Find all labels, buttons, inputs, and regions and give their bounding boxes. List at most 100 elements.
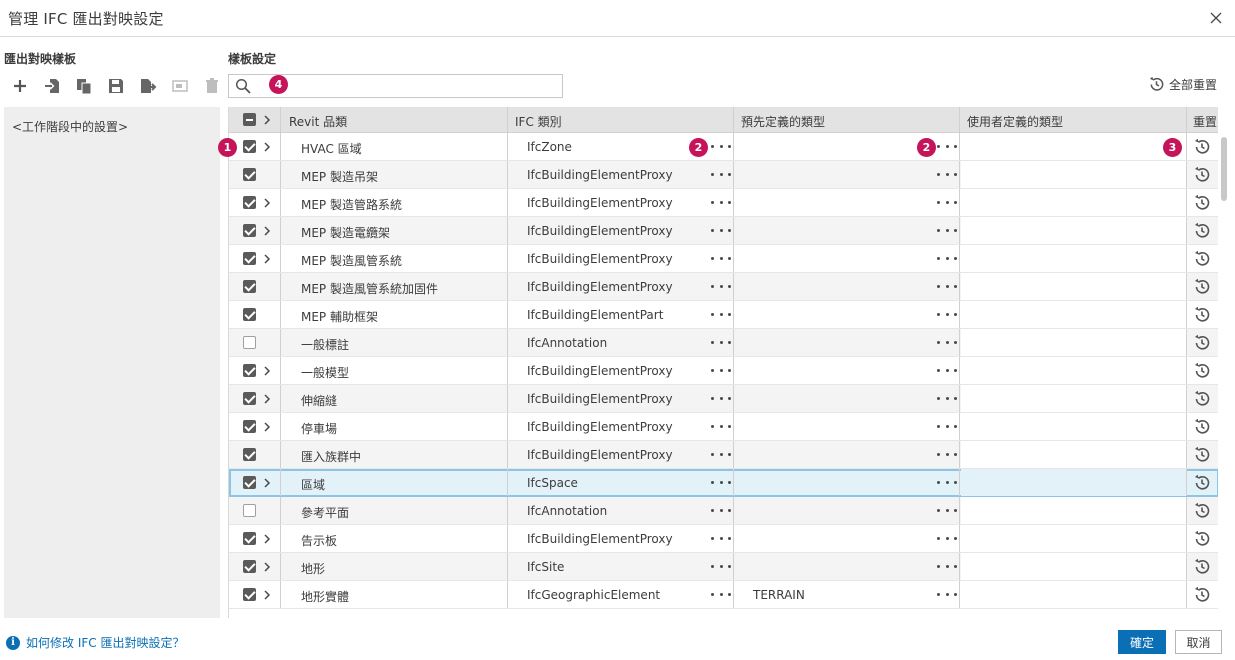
ifc-class-more-button[interactable] [711,195,731,209]
table-row[interactable]: MEP 製造風管系統加固件 IfcBuildingElementProxy [229,273,1218,301]
user-defined-type-input[interactable] [961,357,1186,384]
predefined-type-more-button[interactable] [937,223,957,237]
row-reset-button[interactable] [1193,362,1211,380]
row-checkbox[interactable] [243,196,256,209]
row-reset-button[interactable] [1193,278,1211,296]
scrollbar-thumb[interactable] [1221,137,1227,201]
user-defined-type-input[interactable] [961,581,1186,608]
predefined-type-more-button[interactable] [937,167,957,181]
row-checkbox[interactable] [243,532,256,545]
user-defined-type-input[interactable] [961,273,1186,300]
ifc-class-more-button[interactable] [711,279,731,293]
user-defined-type-input[interactable] [961,441,1186,468]
user-defined-type-input[interactable] [961,217,1186,244]
row-reset-button[interactable] [1193,334,1211,352]
template-item-session[interactable]: <工作階段中的設置> [12,118,128,135]
table-scrollbar[interactable] [1220,133,1228,618]
import-template-button[interactable] [36,74,68,98]
table-row[interactable]: 地形實體 IfcGeographicElement TERRAIN [229,581,1218,609]
row-expand-toggle[interactable] [262,225,272,237]
row-expand-toggle[interactable] [262,421,272,433]
user-defined-type-input[interactable] [961,469,1186,496]
ifc-class-more-button[interactable] [711,475,731,489]
expand-all-toggle[interactable] [262,114,272,126]
table-row[interactable]: 區域 IfcSpace [229,469,1218,497]
predefined-type-more-button[interactable] [937,279,957,293]
row-reset-button[interactable] [1193,446,1211,464]
ifc-class-more-button[interactable] [711,335,731,349]
ifc-class-more-button[interactable] [711,559,731,573]
predefined-type-more-button[interactable] [937,195,957,209]
row-reset-button[interactable] [1193,166,1211,184]
ifc-class-more-button[interactable] [711,251,731,265]
row-reset-button[interactable] [1193,222,1211,240]
col-header-user-defined-type[interactable]: 使用者定義的類型 [967,113,1063,130]
row-checkbox[interactable] [243,364,256,377]
row-checkbox[interactable] [243,252,256,265]
user-defined-type-input[interactable] [961,133,1186,160]
row-expand-toggle[interactable] [262,393,272,405]
predefined-type-more-button[interactable] [937,335,957,349]
predefined-type-more-button[interactable] [937,307,957,321]
user-defined-type-input[interactable] [961,329,1186,356]
row-reset-button[interactable] [1193,138,1211,156]
row-expand-toggle[interactable] [262,141,272,153]
row-checkbox[interactable] [243,308,256,321]
ok-button[interactable]: 確定 [1118,630,1166,654]
row-reset-button[interactable] [1193,250,1211,268]
ifc-class-more-button[interactable] [711,503,731,517]
row-reset-button[interactable] [1193,390,1211,408]
predefined-type-more-button[interactable] [937,503,957,517]
table-row[interactable]: 一般標註 IfcAnnotation [229,329,1218,357]
ifc-class-more-button[interactable] [711,391,731,405]
row-checkbox[interactable] [243,168,256,181]
row-checkbox[interactable] [243,280,256,293]
table-row[interactable]: 伸縮縫 IfcBuildingElementProxy [229,385,1218,413]
user-defined-type-input[interactable] [961,161,1186,188]
predefined-type-more-button[interactable] [937,475,957,489]
delete-template-button[interactable] [196,74,228,98]
predefined-type-more-button[interactable] [937,251,957,265]
save-template-button[interactable] [100,74,132,98]
ifc-class-more-button[interactable] [711,363,731,377]
user-defined-type-input[interactable] [961,385,1186,412]
ifc-class-more-button[interactable] [711,167,731,181]
rename-template-button[interactable] [164,74,196,98]
predefined-type-more-button[interactable] [937,139,957,153]
predefined-type-more-button[interactable] [937,447,957,461]
row-expand-toggle[interactable] [262,365,272,377]
ifc-class-more-button[interactable] [711,447,731,461]
user-defined-type-input[interactable] [961,301,1186,328]
table-row[interactable]: HVAC 區域 IfcZone [229,133,1218,161]
cancel-button[interactable]: 取消 [1175,630,1222,654]
ifc-class-more-button[interactable] [711,139,731,153]
ifc-class-more-button[interactable] [711,419,731,433]
table-row[interactable]: 停車場 IfcBuildingElementProxy [229,413,1218,441]
user-defined-type-input[interactable] [961,553,1186,580]
predefined-type-more-button[interactable] [937,559,957,573]
table-row[interactable]: MEP 製造風管系統 IfcBuildingElementProxy [229,245,1218,273]
row-expand-toggle[interactable] [262,253,272,265]
ifc-class-more-button[interactable] [711,223,731,237]
row-checkbox[interactable] [243,392,256,405]
table-row[interactable]: MEP 輔助框架 IfcBuildingElementPart [229,301,1218,329]
user-defined-type-input[interactable] [961,497,1186,524]
col-header-reset[interactable]: 重置 [1193,113,1217,130]
select-all-checkbox[interactable] [243,113,256,126]
search-input[interactable] [259,77,557,95]
user-defined-type-input[interactable] [961,189,1186,216]
user-defined-type-input[interactable] [961,413,1186,440]
row-checkbox[interactable] [243,336,256,349]
add-template-button[interactable] [4,74,36,98]
table-row[interactable]: 一般模型 IfcBuildingElementProxy [229,357,1218,385]
ifc-class-more-button[interactable] [711,531,731,545]
predefined-type-more-button[interactable] [937,363,957,377]
help-link[interactable]: i 如何修改 IFC 匯出對映設定？ [6,634,184,651]
predefined-type-more-button[interactable] [937,391,957,405]
row-checkbox[interactable] [243,476,256,489]
row-checkbox[interactable] [243,560,256,573]
row-checkbox[interactable] [243,420,256,433]
row-expand-toggle[interactable] [262,197,272,209]
table-row[interactable]: MEP 製造吊架 IfcBuildingElementProxy [229,161,1218,189]
predefined-type-more-button[interactable] [937,531,957,545]
